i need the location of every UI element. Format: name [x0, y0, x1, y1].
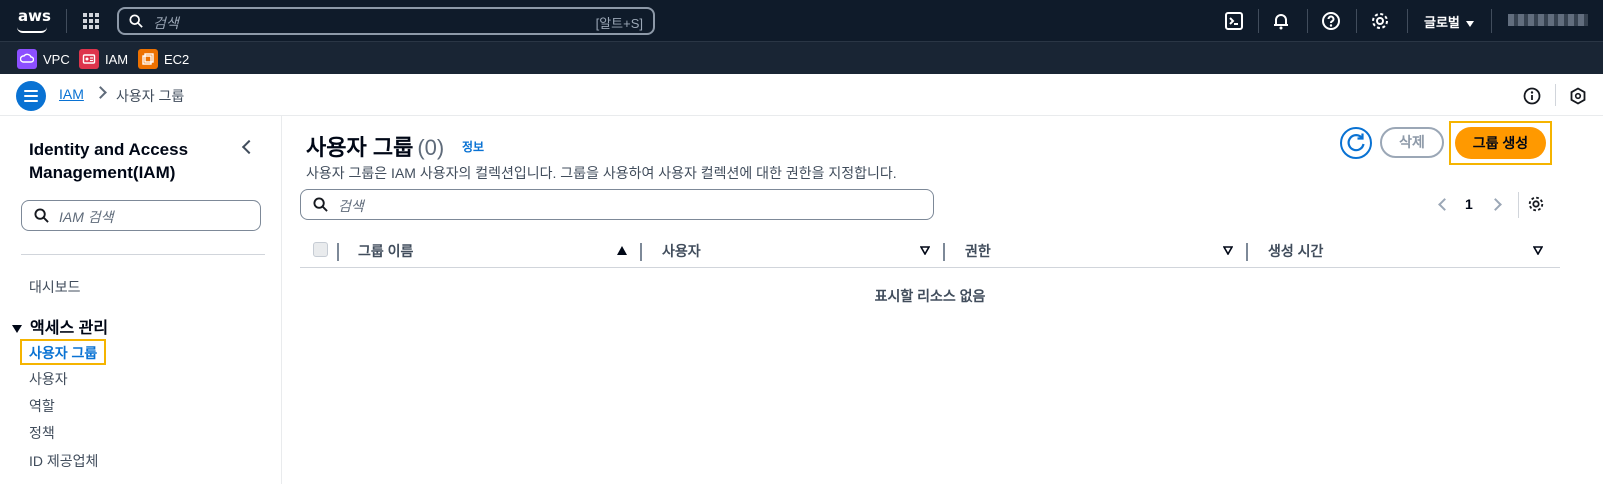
breadcrumb-bar: IAM 사용자 그룹 — [0, 74, 1603, 116]
vpc-icon — [17, 49, 37, 69]
refresh-button[interactable] — [1340, 127, 1372, 159]
select-all-checkbox[interactable] — [313, 242, 328, 257]
page-title-text: 사용자 그룹 — [306, 135, 414, 160]
table-settings-gear-icon[interactable] — [1527, 195, 1545, 213]
column-header-permissions[interactable]: 권한 — [965, 241, 991, 261]
nav-divider — [1307, 9, 1308, 33]
favorite-vpc[interactable]: VPC — [17, 49, 70, 69]
sort-descending-icon[interactable] — [1533, 246, 1543, 255]
group-count: (0) — [417, 135, 445, 160]
page-number[interactable]: 1 — [1465, 196, 1473, 212]
search-placeholder: 검색 — [153, 15, 179, 31]
sidebar-item-users[interactable]: 사용자 — [29, 369, 68, 389]
info-link[interactable]: 정보 — [462, 138, 484, 155]
main-content: 사용자 그룹 (0) 정보 사용자 그룹은 IAM 사용자의 컬렉션입니다. 그룹… — [283, 116, 1603, 484]
pagination-divider — [1518, 192, 1519, 218]
nav-divider — [1356, 9, 1357, 33]
search-shortcut: [알트+S] — [595, 16, 643, 31]
favorite-label: EC2 — [164, 51, 190, 67]
sidebar-item-identity-providers[interactable]: ID 제공업체 — [29, 451, 98, 471]
toolbar-divider — [1555, 84, 1556, 106]
favorite-label: IAM — [105, 51, 129, 67]
cloudshell-icon[interactable] — [1224, 11, 1244, 31]
sidebar: Identity and Access Management(IAM) IAM … — [0, 116, 282, 484]
breadcrumb-current: 사용자 그룹 — [116, 88, 185, 104]
sidebar-search-placeholder: IAM 검색 — [59, 209, 114, 225]
iam-icon — [79, 49, 99, 69]
table-search-input[interactable]: 검색 — [300, 189, 934, 220]
sort-descending-icon[interactable] — [920, 246, 930, 255]
sidebar-search-input[interactable]: IAM 검색 — [21, 200, 261, 231]
sidebar-group-access-management[interactable]: 액세스 관리 — [12, 314, 108, 338]
region-label: 글로벌 — [1424, 15, 1460, 30]
column-header-users[interactable]: 사용자 — [662, 241, 701, 261]
sidebar-divider — [21, 254, 265, 255]
services-grid-icon[interactable] — [83, 13, 99, 29]
sidebar-title: Identity and Access Management(IAM) — [29, 140, 189, 182]
page-title: 사용자 그룹 (0) — [306, 130, 444, 162]
nav-divider — [1407, 9, 1408, 33]
bell-icon[interactable] — [1271, 11, 1291, 31]
help-icon[interactable] — [1321, 11, 1341, 31]
nav-divider — [1491, 9, 1492, 33]
search-icon — [34, 208, 49, 223]
delete-button[interactable]: 삭제 — [1380, 127, 1444, 158]
favorites-bar: VPC IAM EC2 — [0, 41, 1603, 74]
nav-divider — [1258, 9, 1259, 33]
favorite-iam[interactable]: IAM — [79, 49, 128, 69]
caret-down-icon — [1465, 20, 1474, 27]
favorite-label: VPC — [43, 51, 70, 67]
sidebar-item-dashboard[interactable]: 대시보드 — [29, 277, 81, 297]
empty-table-message: 표시할 리소스 없음 — [874, 288, 986, 304]
create-group-highlight: 그룹 생성 — [1449, 121, 1552, 165]
ec2-icon — [138, 49, 158, 69]
breadcrumb-iam-link[interactable]: IAM — [59, 86, 84, 102]
menu-toggle-button[interactable] — [16, 81, 46, 111]
aws-logo[interactable]: aws — [16, 7, 52, 33]
aws-logo-text: aws — [18, 7, 51, 25]
search-icon — [129, 14, 143, 28]
column-divider — [943, 243, 945, 261]
top-navigation: aws 검색 [알트+S] 글로벌 — [0, 0, 1603, 41]
chevron-left-icon[interactable] — [1438, 198, 1451, 211]
sort-descending-icon[interactable] — [1223, 246, 1233, 255]
caret-down-icon — [12, 324, 22, 333]
create-group-button[interactable]: 그룹 생성 — [1455, 127, 1546, 159]
chevron-left-icon[interactable] — [241, 139, 257, 155]
table-search-placeholder: 검색 — [338, 198, 364, 214]
page-description: 사용자 그룹은 IAM 사용자의 컬렉션입니다. 그룹을 사용하여 사용자 컬렉… — [306, 165, 897, 181]
sidebar-item-policies[interactable]: 정책 — [29, 423, 55, 443]
sidebar-item-user-groups[interactable]: 사용자 그룹 — [20, 339, 107, 365]
refresh-icon — [1347, 133, 1365, 152]
aws-smile-icon — [17, 27, 47, 33]
info-panel-icon[interactable] — [1523, 87, 1541, 105]
search-icon — [313, 197, 328, 212]
sort-ascending-icon[interactable] — [617, 246, 627, 255]
table-header: 그룹 이름 사용자 권한 생성 시간 — [300, 234, 1560, 268]
sidebar-group-label: 액세스 관리 — [30, 320, 109, 337]
column-header-creation-time[interactable]: 생성 시간 — [1268, 241, 1323, 261]
gear-icon[interactable] — [1370, 11, 1390, 31]
settings-panel-icon[interactable] — [1569, 87, 1587, 105]
column-divider — [640, 243, 642, 261]
global-search-input[interactable]: 검색 [알트+S] — [117, 7, 655, 35]
sidebar-item-roles[interactable]: 역할 — [29, 396, 55, 416]
column-divider — [1246, 243, 1248, 261]
account-menu-blurred[interactable] — [1508, 14, 1588, 26]
column-header-group-name[interactable]: 그룹 이름 — [358, 241, 413, 261]
favorite-ec2[interactable]: EC2 — [138, 49, 189, 69]
chevron-right-icon — [94, 86, 107, 99]
column-divider — [337, 243, 339, 261]
region-selector[interactable]: 글로벌 — [1424, 12, 1474, 31]
nav-divider — [66, 9, 67, 33]
chevron-right-icon[interactable] — [1489, 198, 1502, 211]
